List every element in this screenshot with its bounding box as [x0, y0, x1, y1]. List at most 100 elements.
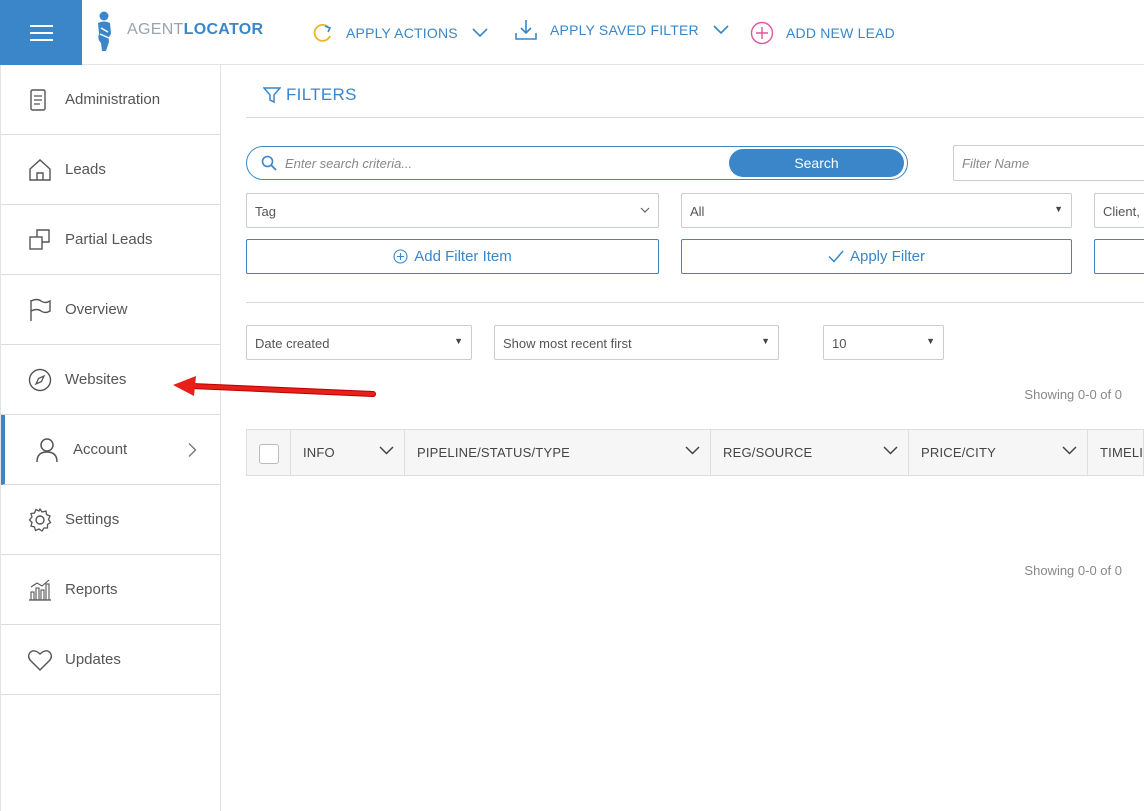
chevron-down-icon [640, 206, 650, 216]
sidebar-item-account[interactable]: Account [1, 415, 221, 485]
search-icon [261, 155, 277, 176]
sort-order-select[interactable]: Show most recent first ▼ [494, 325, 779, 360]
column-label: INFO [303, 445, 335, 460]
column-header-pipeline[interactable]: PIPELINE/STATUS/TYPE [405, 430, 711, 475]
sidebar-item-settings[interactable]: Settings [1, 485, 221, 555]
download-icon [514, 18, 538, 42]
hamburger-line [30, 25, 53, 27]
tag-select-value: Tag [255, 204, 276, 219]
column-label: PRICE/CITY [921, 445, 996, 460]
filters-title-label: FILTERS [286, 85, 357, 104]
sidebar-item-administration[interactable]: Administration [1, 65, 221, 135]
caret-down-icon: ▼ [454, 336, 463, 346]
sidebar-item-label: Settings [65, 511, 120, 528]
sidebar-item-overview[interactable]: Overview [1, 275, 221, 345]
divider [246, 117, 1144, 118]
menu-toggle-button[interactable] [0, 0, 82, 65]
sidebar-item-label: Account [73, 441, 128, 458]
filters-title[interactable]: FILTERS [263, 85, 357, 105]
apply-actions-button[interactable]: APPLY ACTIONS [312, 0, 488, 65]
select-all-checkbox[interactable] [259, 444, 279, 464]
agent-logo-icon [98, 11, 111, 51]
top-bar: AGENTLOCATOR APPLY ACTIONS APPLY SAVED F… [0, 0, 1144, 65]
heart-icon [27, 648, 53, 672]
tag-select[interactable]: Tag [246, 193, 659, 228]
add-filter-item-button[interactable]: Add Filter Item [246, 239, 659, 274]
document-icon [27, 88, 49, 112]
search-button[interactable]: Search [729, 149, 904, 177]
compass-icon [27, 367, 53, 393]
filter-name-placeholder: Filter Name [962, 156, 1030, 171]
sidebar-item-updates[interactable]: Updates [1, 625, 221, 695]
sort-by-select[interactable]: Date created ▼ [246, 325, 472, 360]
sidebar-item-label: Partial Leads [65, 231, 153, 248]
client-select[interactable]: Client, L [1094, 193, 1144, 228]
sidebar-item-label: Overview [65, 301, 128, 318]
search-input[interactable]: Enter search criteria... Search [246, 146, 908, 180]
logo-text-light: AGENT [127, 21, 184, 38]
chevron-down-icon [713, 24, 729, 35]
home-icon [27, 158, 53, 182]
add-new-lead-label: ADD NEW LEAD [786, 24, 895, 41]
gear-icon [27, 507, 53, 533]
bar-chart-icon [27, 578, 53, 602]
apply-saved-filter-button[interactable]: APPLY SAVED FILTER [514, 0, 729, 62]
logo-text-bold: LOCATOR [183, 21, 264, 38]
column-label: PIPELINE/STATUS/TYPE [417, 445, 571, 460]
column-header-reg-source[interactable]: REG/SOURCE [711, 430, 909, 475]
sidebar-item-label: Reports [65, 581, 118, 598]
chevron-right-icon [188, 442, 197, 457]
apply-filter-label: Apply Filter [849, 248, 926, 265]
divider [246, 302, 1144, 303]
sidebar-item-label: Websites [65, 371, 127, 388]
app-logo[interactable]: AGENTLOCATOR [127, 21, 263, 39]
client-select-value: Client, L [1103, 204, 1144, 219]
apply-filter-button[interactable]: Apply Filter [681, 239, 1072, 274]
column-label: TIMELIN [1100, 445, 1144, 460]
chevron-down-icon [472, 27, 488, 38]
column-header-info[interactable]: INFO [291, 430, 405, 475]
plus-circle-icon [750, 21, 774, 45]
column-header-price-city[interactable]: PRICE/CITY [909, 430, 1088, 475]
chevron-down-icon [685, 446, 700, 455]
caret-down-icon: ▼ [1054, 204, 1063, 214]
sidebar-item-reports[interactable]: Reports [1, 555, 221, 625]
annotation-arrow-icon [173, 376, 376, 397]
add-filter-item-label: Add Filter Item [414, 248, 512, 265]
sidebar-item-label: Administration [65, 91, 161, 108]
table-header: INFO PIPELINE/STATUS/TYPE REG/SOURCE PRI… [246, 429, 1144, 476]
column-header-timeline[interactable]: TIMELIN [1088, 430, 1144, 475]
pagination-summary: Showing 0-0 of 0 [1024, 387, 1122, 402]
hamburger-line [30, 32, 53, 34]
sidebar-item-partial-leads[interactable]: Partial Leads [1, 205, 221, 275]
caret-down-icon: ▼ [761, 336, 770, 346]
sidebar-item-label: Updates [65, 651, 121, 668]
select-all-cell [247, 430, 291, 475]
apply-saved-filter-label: APPLY SAVED FILTER [550, 21, 699, 38]
copy-icon [27, 227, 53, 253]
plus-circle-icon [393, 249, 408, 264]
chevron-down-icon [1062, 446, 1077, 455]
sort-by-value: Date created [255, 336, 330, 351]
main-content: FILTERS Enter search criteria... Search … [221, 65, 1144, 811]
flag-icon [27, 297, 53, 323]
sidebar-item-leads[interactable]: Leads [1, 135, 221, 205]
add-new-lead-button[interactable]: ADD NEW LEAD [750, 0, 895, 65]
chevron-down-icon [883, 446, 898, 455]
all-select-value: All [690, 204, 705, 219]
extra-filter-button[interactable] [1094, 239, 1144, 274]
refresh-icon [312, 22, 334, 44]
chevron-down-icon [379, 446, 394, 455]
per-page-value: 10 [832, 336, 847, 351]
check-icon [828, 250, 844, 263]
hamburger-line [30, 39, 53, 41]
column-label: REG/SOURCE [723, 445, 813, 460]
filter-name-field[interactable]: Filter Name [953, 145, 1144, 181]
sort-order-value: Show most recent first [503, 336, 632, 351]
apply-actions-label: APPLY ACTIONS [346, 24, 458, 41]
search-placeholder: Enter search criteria... [285, 156, 413, 171]
sidebar-item-label: Leads [65, 161, 106, 178]
filter-icon [263, 86, 281, 103]
per-page-select[interactable]: 10 ▼ [823, 325, 944, 360]
all-select[interactable]: All ▼ [681, 193, 1072, 228]
